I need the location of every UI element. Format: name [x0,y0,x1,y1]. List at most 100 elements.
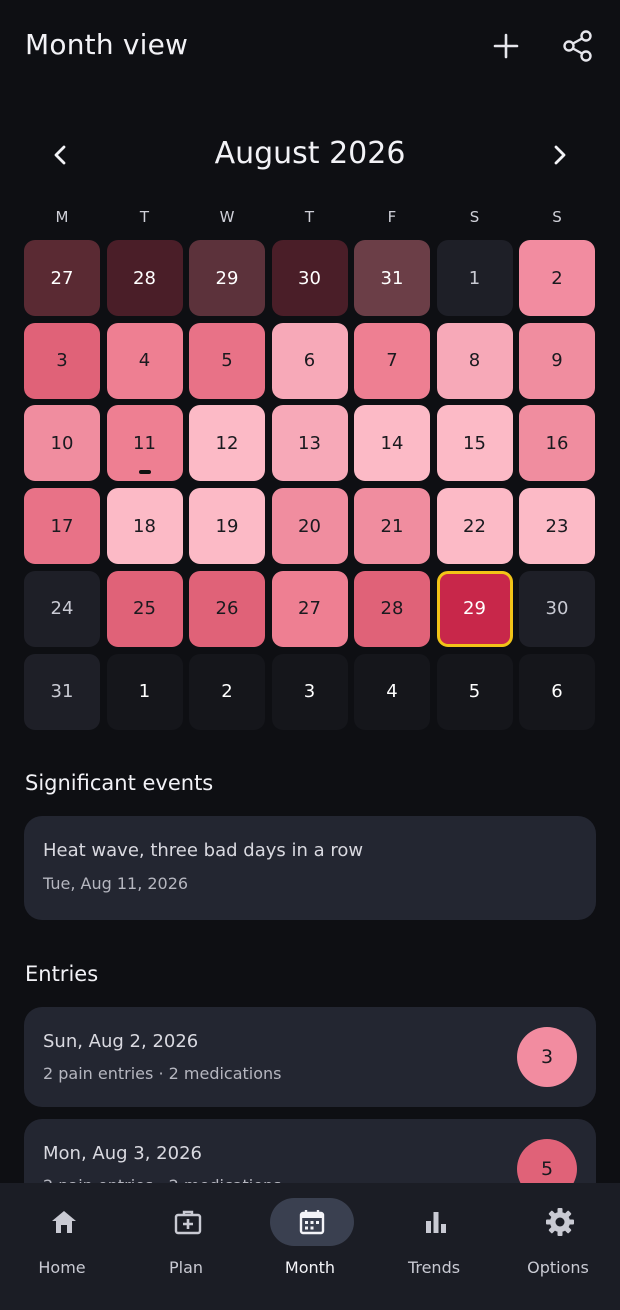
calendar-day[interactable]: 19 [189,488,265,565]
entry-summary: 2 pain entries · 2 medications [43,1064,282,1083]
bottom-navigation: Home Plan Month Trends Options [0,1183,620,1310]
calendar-day[interactable]: 2 [189,653,265,730]
add-button[interactable] [488,28,524,64]
day-number: 30 [298,267,321,289]
bar-chart-icon [426,1212,446,1233]
calendar-day[interactable]: 5 [189,322,265,399]
calendar-day[interactable]: 18 [106,488,183,565]
calendar-day[interactable]: 21 [354,488,430,565]
nav-item-plan[interactable]: Plan [124,1183,248,1310]
plus-icon [493,33,519,59]
nav-item-month[interactable]: Month [248,1183,372,1310]
calendar-day[interactable]: 30 [519,570,595,647]
calendar-day[interactable]: 4 [354,653,430,730]
day-number: 18 [133,515,156,537]
calendar-day[interactable]: 11 [106,405,183,482]
day-number: 29 [215,267,239,289]
share-button[interactable] [560,28,596,64]
calendar-day[interactable]: 27 [24,240,100,316]
day-number: 22 [463,515,486,537]
nav-label: Trends [407,1258,461,1277]
day-number: 31 [380,267,404,289]
day-number: 6 [551,681,563,702]
day-number: 2 [221,681,233,702]
calendar-day[interactable]: 20 [271,488,348,565]
calendar-day[interactable]: 27 [271,570,348,647]
next-month-button[interactable] [545,140,575,170]
weekday-label: M [55,208,69,226]
calendar-day-today[interactable]: 29 [436,570,513,647]
nav-label: Options [527,1258,589,1277]
calendar-day[interactable]: 3 [271,653,348,730]
day-number: 19 [215,515,239,537]
day-number: 31 [50,681,74,702]
weekday-label: S [469,208,480,226]
significant-events-title: Significant events [25,771,214,795]
calendar-day[interactable]: 1 [106,653,183,730]
event-card[interactable]: Heat wave, three bad days in a row Tue, … [24,816,596,920]
day-number: 28 [380,598,404,620]
day-number: 26 [215,598,239,620]
calendar-day[interactable]: 30 [271,240,348,316]
calendar-day[interactable]: 25 [106,570,183,647]
calendar-day[interactable]: 4 [106,322,183,399]
calendar-day[interactable]: 31 [354,240,430,316]
month-navigation: August 2026 [0,130,620,180]
calendar-day[interactable]: 3 [24,322,100,399]
calendar-day[interactable]: 12 [189,405,265,482]
day-number: 3 [56,350,68,372]
weekday-label: S [552,208,562,226]
calendar-day[interactable]: 29 [189,240,265,316]
calendar-day[interactable]: 5 [436,653,513,730]
calendar-day[interactable]: 24 [24,570,100,647]
weekday-label: W [219,208,235,226]
day-number: 9 [551,350,563,372]
day-number: 27 [298,598,321,620]
nav-item-options[interactable]: Options [496,1183,620,1310]
day-number: 1 [468,267,481,289]
nav-label: Month [284,1258,336,1277]
entries-title: Entries [25,962,99,986]
calendar-day[interactable]: 17 [24,488,100,565]
day-number: 24 [50,598,74,620]
nav-item-home[interactable]: Home [0,1183,124,1310]
calendar-day[interactable]: 28 [354,570,430,647]
calendar-day[interactable]: 26 [189,570,265,647]
day-number: 6 [303,350,316,372]
entry-date: Mon, Aug 3, 2026 [43,1143,202,1164]
calendar-day[interactable]: 15 [436,405,513,482]
day-number: 29 [463,598,486,620]
calendar-day[interactable]: 7 [354,322,430,399]
entry-score-badge: 3 [517,1027,577,1087]
calendar-day[interactable]: 16 [519,405,595,482]
entry-card[interactable]: Sun, Aug 2, 2026 2 pain entries · 2 medi… [24,1007,596,1107]
day-number: 4 [138,350,151,372]
nav-item-trends[interactable]: Trends [372,1183,496,1310]
calendar-day[interactable]: 9 [519,322,595,399]
calendar-day[interactable]: 1 [436,240,513,316]
day-number: 23 [545,515,569,537]
event-marker [138,470,151,475]
calendar-day[interactable]: 14 [354,405,430,482]
day-number: 10 [50,432,74,454]
day-number: 1 [138,681,151,702]
day-number: 30 [545,598,569,620]
calendar-day[interactable]: 6 [271,322,348,399]
app-bar: Month view [0,0,620,92]
day-number: 21 [380,515,404,537]
weekday-label: T [304,208,315,226]
calendar-day[interactable]: 13 [271,405,348,482]
calendar-day[interactable]: 22 [436,488,513,565]
calendar-day[interactable]: 31 [24,653,100,730]
calendar-day[interactable]: 28 [106,240,183,316]
calendar-day[interactable]: 2 [519,240,595,316]
weekday-label: T [139,208,150,226]
calendar-day[interactable]: 10 [24,405,100,482]
calendar-day[interactable]: 6 [519,653,595,730]
month-label: August 2026 [214,136,406,171]
calendar-day[interactable]: 23 [519,488,595,565]
calendar-day[interactable]: 8 [436,322,513,399]
day-number: 14 [380,432,404,454]
event-date: Tue, Aug 11, 2026 [43,874,189,893]
day-number: 5 [468,681,481,702]
